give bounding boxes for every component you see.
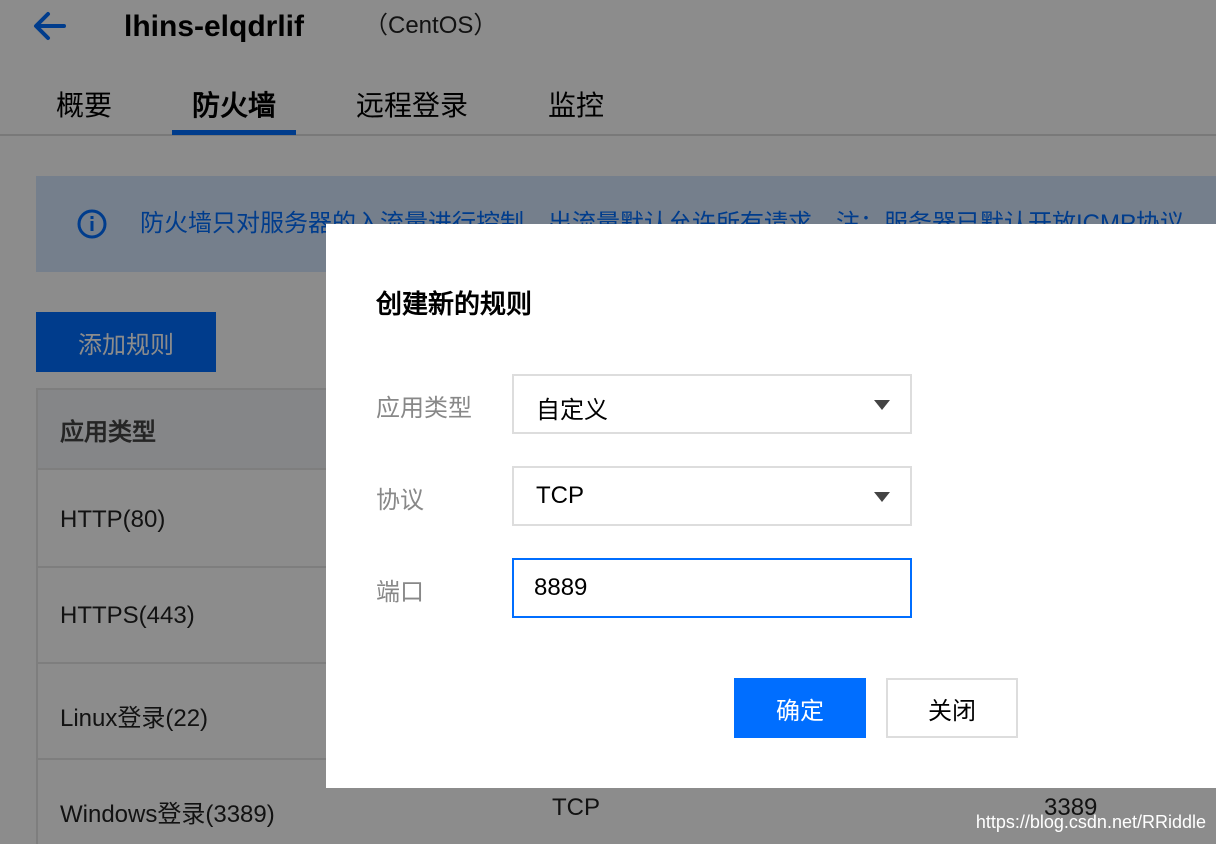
port-label: 端口 (376, 579, 424, 606)
caret-down-icon (874, 492, 890, 502)
caret-down-icon (874, 400, 890, 410)
dialog-title: 创建新的规则 (376, 289, 533, 319)
create-rule-dialog: 创建新的规则 应用类型 自定义 协议 TCP 端口 确定 关闭 (326, 224, 1216, 788)
port-input[interactable] (512, 558, 912, 618)
app-type-value: 自定义 (536, 397, 608, 424)
close-button[interactable]: 关闭 (886, 678, 1018, 738)
app-type-select[interactable]: 自定义 (512, 374, 912, 434)
protocol-select[interactable]: TCP (512, 466, 912, 526)
watermark: https://blog.csdn.net/RRiddle (975, 812, 1206, 832)
confirm-button[interactable]: 确定 (734, 678, 866, 738)
protocol-label: 协议 (376, 487, 424, 514)
app-type-label: 应用类型 (376, 395, 472, 422)
protocol-value: TCP (536, 482, 584, 509)
